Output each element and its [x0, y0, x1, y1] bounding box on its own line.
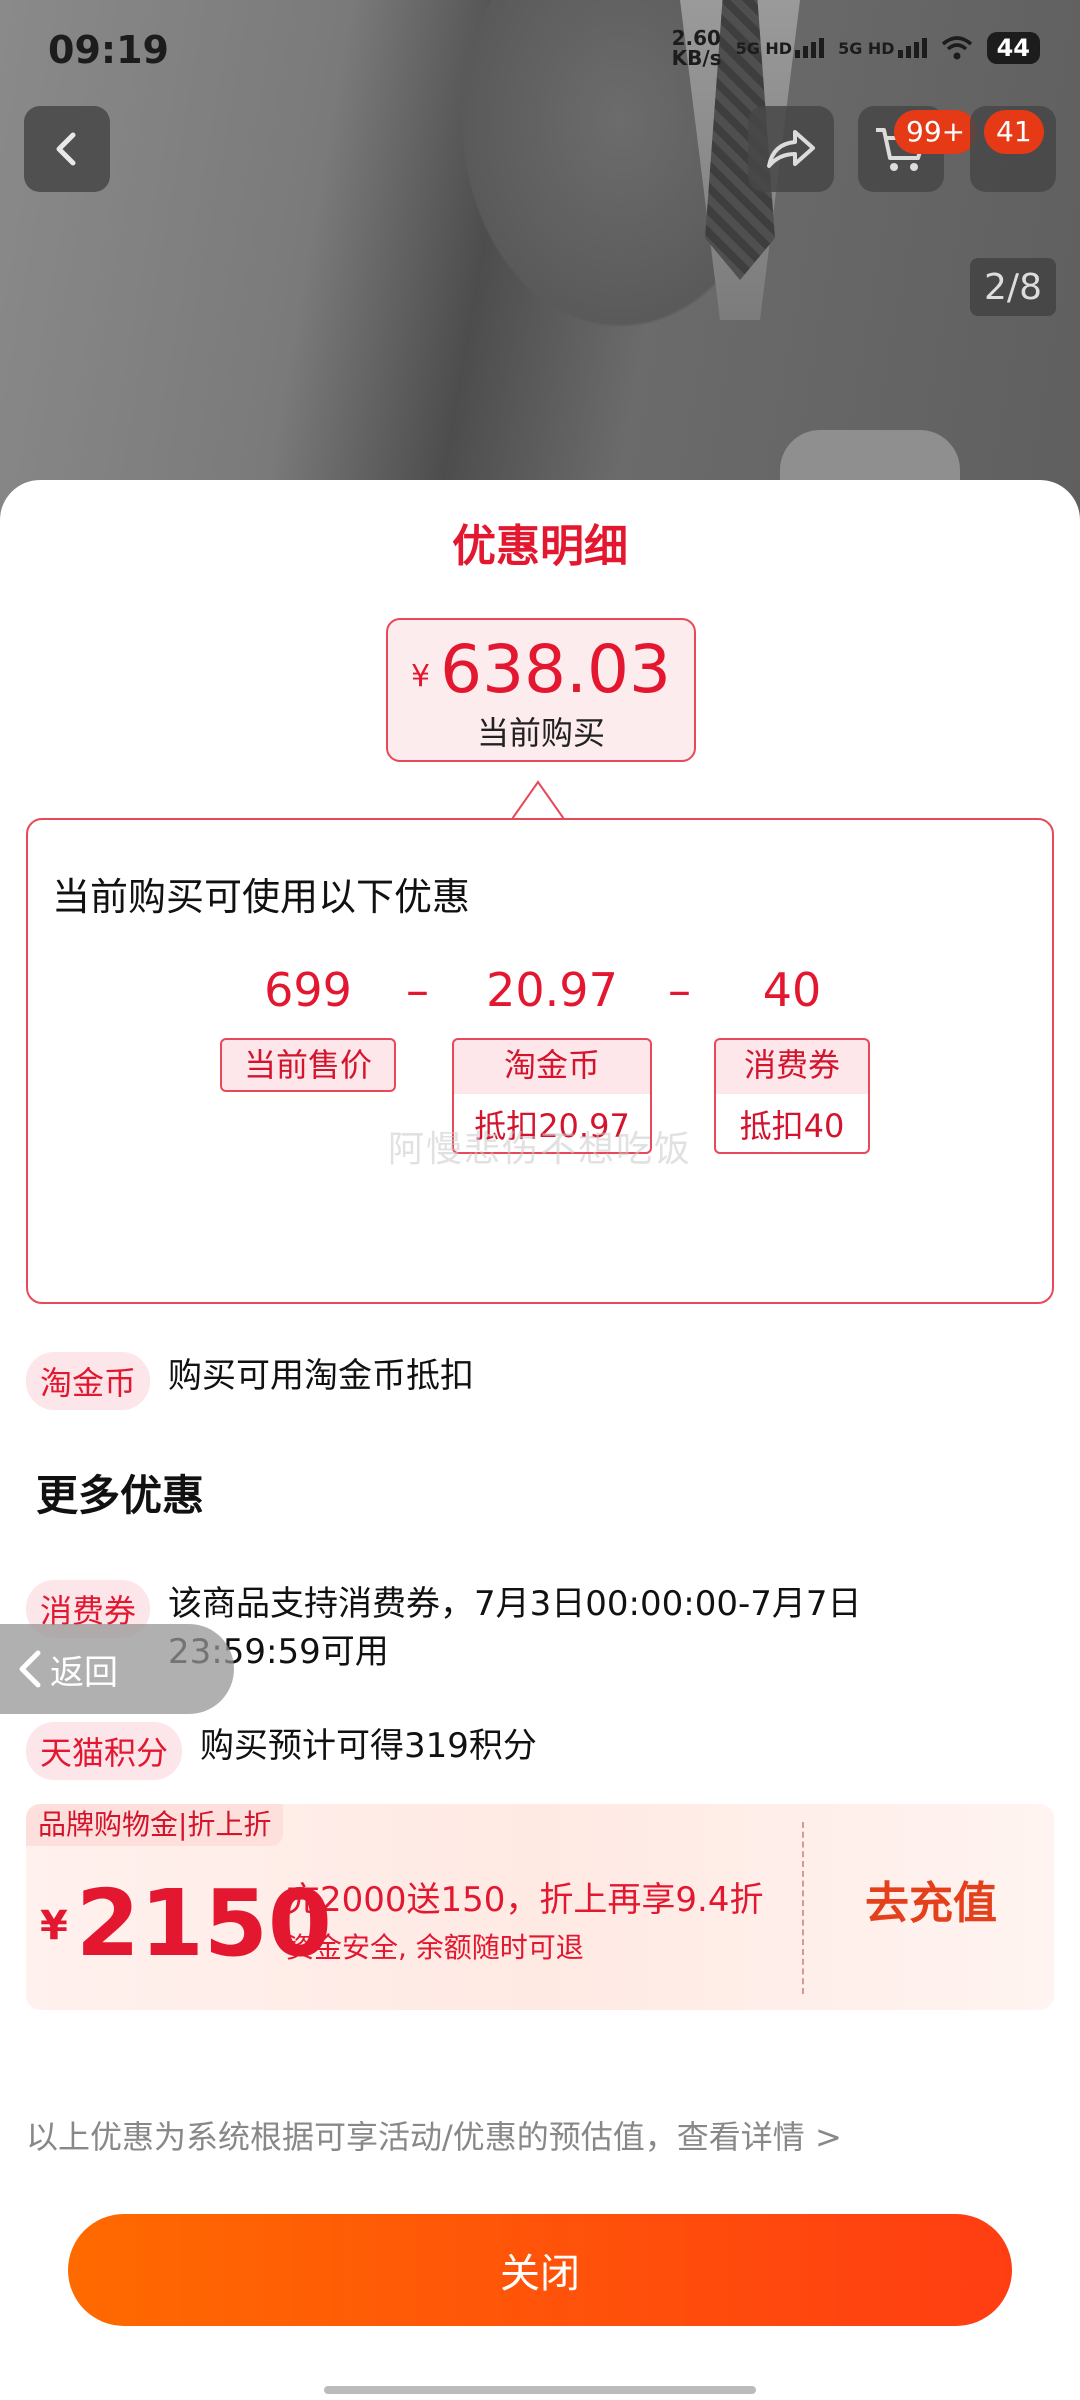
signal-icon-2: 5G HD	[838, 38, 927, 58]
pointer-arrow	[512, 780, 564, 820]
points-text: 购买预计可得319积分	[200, 1726, 537, 1766]
promo-tag: 品牌购物金|折上折	[26, 1804, 284, 1846]
points-pill: 天猫积分	[26, 1722, 183, 1780]
status-time: 09:19	[48, 28, 169, 72]
discount-detail-sheet: 优惠明细 ¥638.03 当前购买 当前购买可使用以下优惠 699 当前售价 –…	[0, 480, 1080, 2400]
status-bar: 09:19 2.60 KB/s 5G HD 5G HD 44	[0, 0, 1080, 100]
close-button[interactable]: 关闭	[68, 2214, 1012, 2326]
disclaimer-link[interactable]: 以上优惠为系统根据可享活动/优惠的预估值，查看详情 >	[26, 2112, 842, 2158]
minus-sign: –	[406, 963, 429, 1017]
cart-badge: 99+	[894, 110, 978, 154]
share-icon	[767, 130, 815, 168]
taojinbi-row: 淘金币 购买可用淘金币抵扣	[26, 1352, 474, 1410]
more-discounts-title: 更多优惠	[36, 1471, 205, 1520]
image-page-indicator: 2/8	[970, 258, 1056, 316]
coupon-text: 该商品支持消费券，7月3日00:00:00-7月7日23:59:59可用	[168, 1584, 862, 1672]
points-row: 天猫积分 购买预计可得319积分	[26, 1722, 537, 1780]
recharge-button[interactable]: 去充值	[816, 1864, 1046, 1944]
discount-calculation-box: 当前购买可使用以下优惠 699 当前售价 – 20.97 淘金币 抵扣20.97…	[26, 818, 1054, 1304]
current-price: ¥638.03	[410, 631, 672, 708]
signal-icon: 5G HD	[736, 38, 825, 58]
net-speed: 2.60 KB/s	[671, 26, 722, 70]
message-badge: 41	[984, 110, 1044, 154]
sheet-title: 优惠明细	[452, 521, 628, 572]
return-label: 返回	[50, 1652, 118, 1693]
taojinbi-pill: 淘金币	[26, 1352, 151, 1410]
calc-heading: 当前购买可使用以下优惠	[52, 875, 471, 919]
chevron-left-icon	[19, 1650, 41, 1688]
promo-divider	[802, 1822, 804, 1994]
minus-sign: –	[668, 963, 691, 1017]
calc-tag: 当前售价	[220, 1038, 396, 1092]
brand-shopping-gold-card[interactable]: 品牌购物金|折上折 ¥2150 充2000送150，折上再享9.4折 资金安全,…	[26, 1804, 1054, 2010]
share-button[interactable]	[748, 106, 834, 192]
wifi-icon	[941, 36, 972, 60]
promo-offer: 充2000送150，折上再享9.4折	[286, 1880, 764, 1920]
home-indicator[interactable]	[324, 2386, 756, 2394]
promo-safety-note: 资金安全, 余额随时可退	[286, 1931, 584, 1964]
current-price-label: 当前购买	[476, 714, 605, 752]
floating-return-button[interactable]: 返回	[0, 1624, 234, 1714]
watermark: 阿慢悲伤不想吃饭	[387, 1129, 692, 1170]
back-arrow-icon	[56, 132, 76, 166]
current-price-box: ¥638.03 当前购买	[386, 618, 696, 762]
back-button[interactable]	[24, 106, 110, 192]
battery-indicator: 44	[986, 32, 1040, 64]
calc-item-price: 699 当前售价	[220, 960, 396, 1092]
taojinbi-text: 购买可用淘金币抵扣	[168, 1356, 475, 1396]
